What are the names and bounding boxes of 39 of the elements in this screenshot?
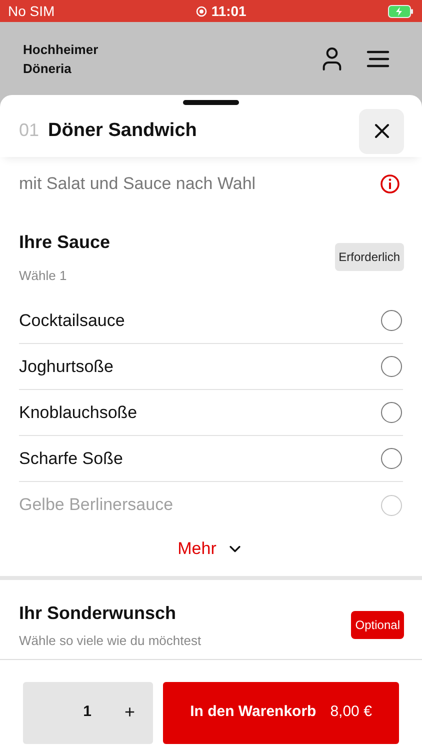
group-hint: Wähle 1 — [19, 266, 68, 284]
radio-button[interactable] — [381, 310, 402, 331]
menu-icon[interactable] — [366, 50, 390, 68]
group-title: Ihr Sonderwunsch — [19, 602, 178, 625]
quantity-value: 1 — [83, 702, 92, 722]
option-row[interactable]: Joghurtsoße — [19, 344, 403, 390]
quantity-stepper[interactable]: 1 + — [23, 682, 153, 744]
location-icon — [196, 6, 208, 16]
item-description: mit Salat und Sauce nach Wahl — [19, 173, 256, 195]
restaurant-name: Hochheimer — [23, 40, 98, 58]
item-title: Döner Sandwich — [48, 118, 197, 143]
option-row[interactable]: Cocktailsauce — [19, 298, 403, 344]
radio-button[interactable] — [381, 448, 402, 469]
option-label: Knoblauchsoße — [19, 402, 138, 424]
close-button[interactable] — [359, 108, 404, 154]
drag-handle[interactable] — [183, 100, 239, 105]
option-label: Joghurtsoße — [19, 356, 114, 378]
option-row[interactable]: Knoblauchsoße — [19, 390, 403, 436]
group-badge: Erforderlich — [334, 242, 404, 271]
radio-button[interactable] — [381, 402, 402, 423]
group-badge: Optional — [351, 611, 404, 640]
add-to-cart-button[interactable]: In den Warenkorb 8,00 € — [163, 682, 399, 744]
clock-text: 11:01 — [196, 0, 246, 22]
group-hint: Wähle so viele wie du möchtest — [19, 632, 202, 650]
price-text: 8,00 € — [330, 702, 372, 722]
more-button[interactable]: Mehr — [0, 528, 422, 570]
group-title: Ihre Sauce — [19, 230, 110, 254]
option-label: Gelbe Berlinersauce — [19, 494, 174, 516]
info-icon[interactable] — [380, 174, 400, 194]
option-row[interactable]: Scharfe Soße — [19, 436, 403, 482]
option-label: Scharfe Soße — [19, 448, 123, 470]
battery-icon — [388, 4, 414, 18]
radio-button[interactable] — [381, 356, 402, 377]
add-to-cart-label: In den Warenkorb — [190, 702, 316, 722]
carrier-text: No SIM — [8, 2, 55, 20]
restaurant-name: Döneria — [23, 60, 72, 78]
increase-button[interactable]: + — [124, 699, 135, 726]
item-number: 01 — [19, 118, 40, 142]
option-label: Cocktailsauce — [19, 310, 125, 332]
